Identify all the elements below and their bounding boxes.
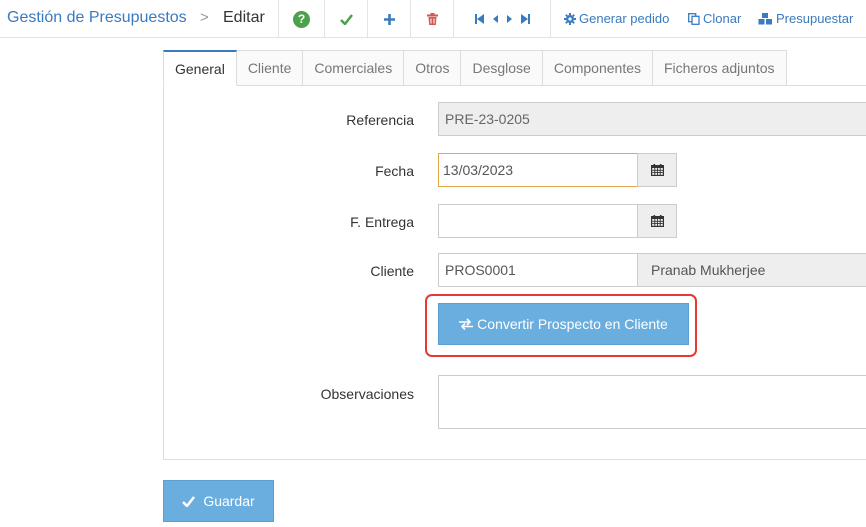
referencia-field: PRE-23-0205 [438, 102, 866, 136]
calendar-icon [650, 215, 664, 227]
previous-record-icon[interactable] [492, 15, 498, 23]
generar-pedido-button[interactable]: Generar pedido [564, 11, 669, 26]
top-toolbar: Gestión de Presupuestos > Editar ? Gener… [0, 0, 866, 38]
entrega-label: F. Entrega [350, 214, 414, 230]
add-button[interactable] [368, 0, 410, 38]
record-navigation [454, 0, 550, 38]
last-record-icon[interactable] [520, 14, 530, 24]
calendar-icon [650, 164, 664, 176]
generar-pedido-label: Generar pedido [579, 11, 670, 26]
gear-icon [564, 12, 576, 25]
first-record-icon[interactable] [474, 14, 484, 24]
entrega-input[interactable] [438, 204, 638, 238]
tab-comerciales[interactable]: Comerciales [303, 50, 405, 86]
tab-general[interactable]: General [163, 50, 237, 86]
plus-icon [383, 13, 395, 25]
help-button[interactable]: ? [279, 0, 324, 38]
copy-icon [688, 12, 700, 25]
cliente-label: Cliente [370, 263, 414, 279]
tab-ficheros-adjuntos[interactable]: Ficheros adjuntos [653, 50, 787, 86]
breadcrumb-separator: > [200, 9, 209, 26]
guardar-button[interactable]: Guardar [163, 480, 274, 522]
clonar-label: Clonar [703, 11, 742, 26]
fecha-calendar-button[interactable] [637, 153, 677, 187]
observaciones-textarea[interactable] [438, 375, 866, 429]
trash-icon [426, 13, 438, 25]
delete-button[interactable] [411, 0, 453, 38]
fecha-label: Fecha [375, 163, 414, 179]
convertir-prospecto-button[interactable]: Convertir Prospecto en Cliente [438, 303, 689, 345]
observaciones-label: Observaciones [320, 386, 414, 402]
guardar-label: Guardar [203, 493, 255, 509]
next-record-icon[interactable] [506, 15, 512, 23]
cubes-icon [758, 12, 772, 24]
page-title: Editar [223, 9, 265, 26]
breadcrumb-module[interactable]: Gestión de Presupuestos [7, 9, 187, 27]
tab-bar-border [783, 85, 866, 86]
presupuestar-button[interactable]: Presupuestar [758, 11, 853, 26]
tab-desglose[interactable]: Desglose [461, 50, 543, 86]
fecha-input[interactable]: 13/03/2023 [438, 153, 638, 187]
cliente-name-field: Pranab Mukherjee [637, 253, 866, 287]
convertir-prospecto-label: Convertir Prospecto en Cliente [477, 316, 668, 332]
clonar-button[interactable]: Clonar [688, 11, 741, 26]
tab-componentes[interactable]: Componentes [542, 50, 653, 86]
entrega-calendar-button[interactable] [637, 204, 677, 238]
toolbar-divider [550, 0, 551, 38]
exchange-icon [459, 318, 474, 330]
tab-bar: General Cliente Comerciales Otros Desglo… [163, 50, 787, 86]
check-icon [182, 495, 196, 507]
presupuestar-label: Presupuestar [776, 11, 854, 26]
tab-otros[interactable]: Otros [404, 50, 462, 86]
referencia-label: Referencia [346, 112, 414, 128]
check-icon [339, 13, 353, 25]
tab-cliente[interactable]: Cliente [236, 50, 304, 86]
save-check-button[interactable] [325, 0, 367, 38]
cliente-code-input[interactable]: PROS0001 [438, 253, 638, 287]
help-icon: ? [293, 10, 310, 28]
